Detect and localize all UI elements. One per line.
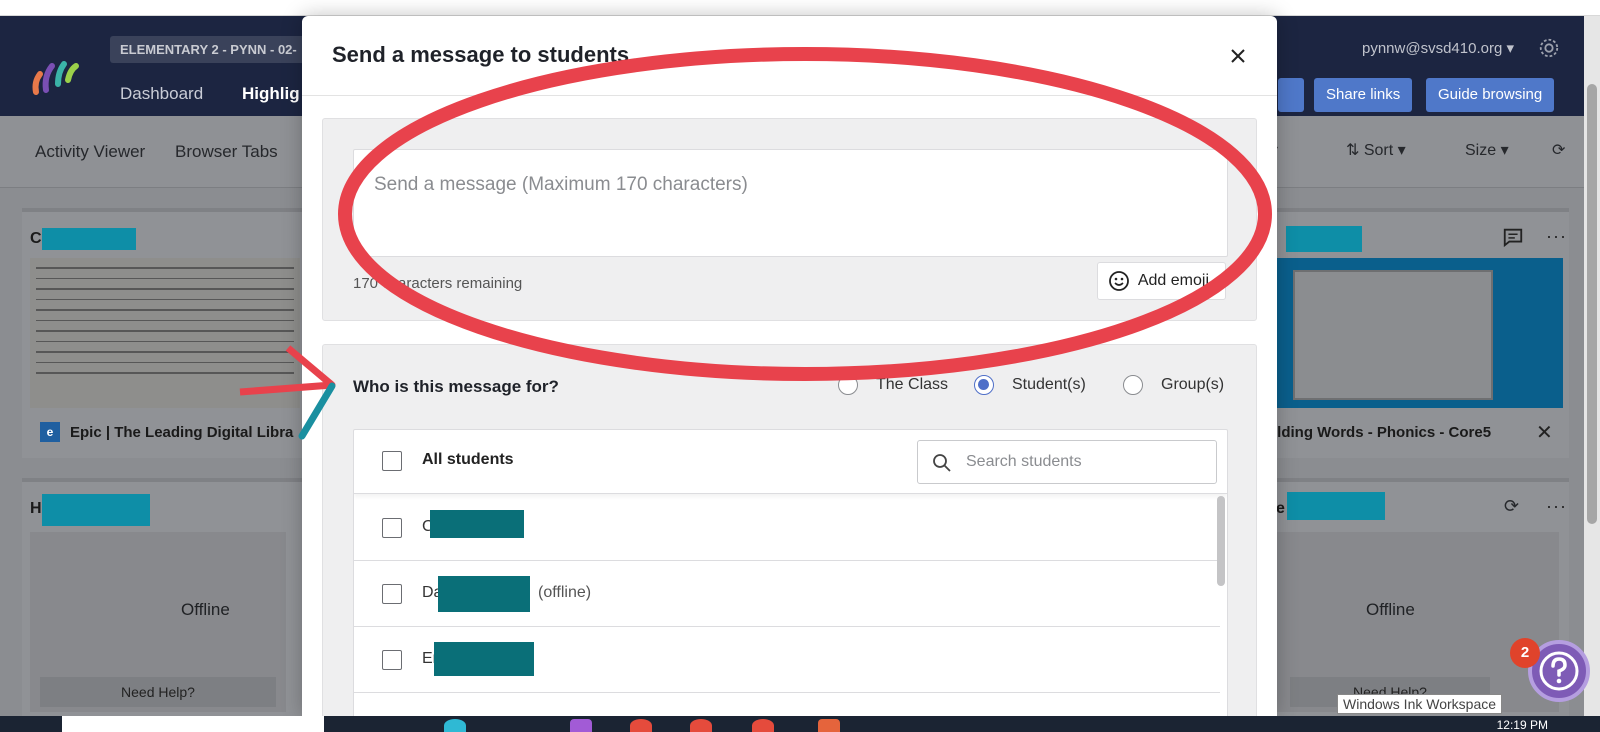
radio-button[interactable]	[838, 375, 858, 395]
taskbar-app-icon[interactable]	[570, 719, 592, 732]
taskbar-app-icon[interactable]	[444, 719, 466, 732]
size-label: Size	[1465, 142, 1497, 159]
recipient-section: Who is this message for? The Class Stude…	[322, 344, 1257, 716]
screen-thumbnail[interactable]	[1273, 258, 1563, 408]
site-title: ilding Words - Phonics - Core5	[1273, 424, 1492, 441]
characters-remaining: 170 characters remaining	[353, 275, 522, 292]
student-checkbox[interactable]	[382, 650, 402, 670]
add-emoji-label: Add emoji	[1137, 272, 1209, 289]
sort-icon: ⇅	[1346, 142, 1360, 159]
radio-label: The Class	[876, 376, 949, 393]
app-logo-icon	[32, 61, 79, 95]
redaction	[42, 494, 150, 526]
taskbar-app-icon[interactable]	[752, 719, 774, 732]
redaction	[1287, 492, 1385, 520]
student-list-header: All students	[354, 430, 1227, 494]
page-scrollbar-thumb[interactable]	[1587, 84, 1597, 524]
close-tab-icon[interactable]: ✕	[1536, 420, 1553, 445]
ink-workspace-tooltip: Windows Ink Workspace	[1337, 694, 1503, 714]
browser-top-strip	[0, 0, 1600, 16]
modal-title: Send a message to students	[332, 42, 630, 67]
radio-label: Group(s)	[1161, 376, 1225, 393]
nav-dashboard[interactable]: Dashboard	[120, 84, 203, 104]
screen-thumbnail[interactable]	[30, 258, 300, 408]
search-input[interactable]	[966, 441, 1206, 483]
tab-activity-viewer[interactable]: Activity Viewer	[35, 142, 145, 162]
dropdown-button[interactable]	[1278, 78, 1304, 112]
refresh-icon[interactable]: ⟳	[1552, 140, 1565, 160]
student-name: C	[30, 230, 42, 247]
need-help-button[interactable]: Need Help?	[40, 677, 276, 707]
more-options-icon[interactable]: ···	[1546, 226, 1567, 247]
radio-label: Student(s)	[1012, 376, 1086, 393]
list-item[interactable]: Er	[354, 628, 1220, 693]
student-name: H	[30, 500, 42, 517]
offline-status: Offline	[181, 600, 230, 619]
size-button[interactable]: Size ▾	[1465, 140, 1509, 160]
add-emoji-button[interactable]: Add emoji	[1096, 262, 1226, 300]
student-list-scrollbar[interactable]	[1217, 496, 1225, 586]
search-icon	[933, 454, 951, 472]
account-email: pynnw@svsd410.org	[1361, 40, 1503, 57]
sort-label: Sort	[1363, 142, 1394, 159]
offline-status: Offline	[1366, 600, 1415, 619]
radio-button[interactable]	[1123, 375, 1143, 395]
message-section: 170 characters remaining Add emoji	[322, 118, 1257, 321]
sort-button[interactable]: ⇅ Sort ▾	[1346, 140, 1406, 160]
taskbar-app-icon[interactable]	[690, 719, 712, 732]
taskbar-search[interactable]	[62, 716, 324, 732]
offline-badge: (offline)	[538, 584, 592, 601]
redaction	[1286, 226, 1362, 252]
notification-badge: 2	[1510, 638, 1540, 668]
redaction	[438, 576, 530, 612]
taskbar-clock: 12:19 PM	[1496, 718, 1548, 732]
student-checkbox[interactable]	[382, 584, 402, 604]
taskbar-app-icon[interactable]	[630, 719, 652, 732]
all-students-label: All students	[422, 451, 514, 468]
account-menu[interactable]: pynnw@svsd410.org ▾	[1362, 39, 1514, 57]
epic-site-icon: e	[40, 422, 60, 442]
question-icon	[1539, 651, 1579, 691]
modal-header: Send a message to students	[302, 16, 1277, 96]
search-field	[917, 440, 1217, 484]
share-links-button[interactable]: Share links	[1314, 78, 1413, 112]
remaining-label: characters remaining	[382, 275, 523, 292]
send-message-modal: Send a message to students 170 character…	[302, 16, 1277, 716]
close-icon[interactable]	[1225, 43, 1251, 69]
nav-highlights[interactable]: Highlig	[242, 84, 300, 104]
all-students-checkbox[interactable]	[382, 451, 402, 471]
student-checkbox[interactable]	[382, 518, 402, 538]
more-options-icon[interactable]: ···	[1546, 496, 1567, 517]
student-name: e	[1276, 500, 1285, 517]
remaining-count: 170	[353, 275, 379, 292]
student-list: All students C Da (offline)	[353, 429, 1228, 716]
recipient-question: Who is this message for?	[353, 377, 559, 396]
refresh-icon[interactable]: ⟳	[1504, 496, 1519, 517]
message-box	[353, 149, 1228, 257]
radio-button[interactable]	[974, 375, 994, 395]
site-title: Epic | The Leading Digital Libra	[70, 424, 294, 441]
list-item[interactable]: Da (offline)	[354, 562, 1220, 627]
page-scrollbar[interactable]	[1584, 16, 1600, 716]
message-icon[interactable]	[1502, 226, 1524, 248]
redaction	[430, 510, 524, 538]
class-selector[interactable]: ELEMENTARY 2 - PYNN - 02-	[110, 36, 307, 63]
redaction	[434, 642, 534, 676]
radio-students[interactable]: Student(s)	[974, 375, 1086, 395]
message-input[interactable]	[354, 150, 1227, 256]
list-item[interactable]: C	[354, 496, 1220, 561]
tab-browser-tabs[interactable]: Browser Tabs	[175, 142, 278, 162]
gear-icon[interactable]	[1538, 37, 1560, 59]
guide-browsing-button[interactable]: Guide browsing	[1426, 78, 1555, 112]
radio-the-class[interactable]: The Class	[838, 375, 948, 395]
smiley-icon	[1108, 271, 1129, 291]
taskbar-app-icon[interactable]	[818, 719, 840, 732]
radio-groups[interactable]: Group(s)	[1123, 375, 1224, 395]
redaction	[42, 228, 136, 250]
